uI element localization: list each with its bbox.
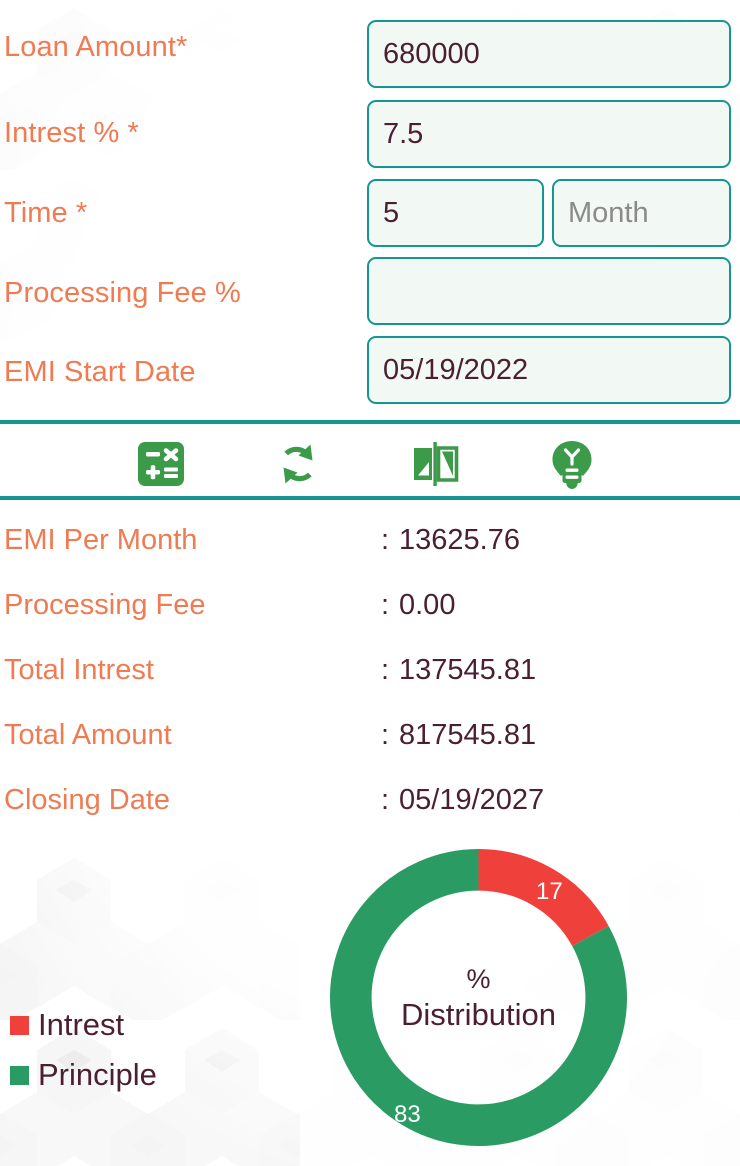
- form-row-processing-fee: Processing Fee %: [0, 252, 740, 332]
- toolbar-divider-bottom: [0, 496, 740, 500]
- emi-calculator-screen: Loan Amount* 680000 Intrest % * 7.5 Time…: [0, 0, 740, 1166]
- loan-amount-input[interactable]: 680000: [367, 20, 731, 88]
- tips-button[interactable]: [536, 428, 608, 500]
- form-row-emi-start-date: EMI Start Date 05/19/2022: [0, 332, 740, 412]
- processing-fee-label: Processing Fee %: [4, 277, 241, 309]
- result-separator: :: [381, 654, 390, 686]
- result-row-total-amount: Total Amount : 817545.81: [0, 719, 740, 771]
- result-separator: :: [381, 719, 390, 751]
- legend-swatch-principle-icon: [10, 1065, 29, 1085]
- result-separator: :: [381, 784, 390, 816]
- compare-button[interactable]: [399, 428, 471, 500]
- donut-slice-intrest: [477, 849, 609, 947]
- legend-label-principle: Principle: [38, 1057, 157, 1092]
- form-row-loan-amount: Loan Amount* 680000: [0, 0, 740, 92]
- emi-per-month-value: 13625.76: [399, 524, 520, 556]
- loan-amount-label: Loan Amount*: [4, 31, 188, 63]
- legend-label-interest: Intrest: [38, 1007, 125, 1042]
- processing-fee-input[interactable]: [367, 257, 731, 325]
- calculator-icon: [138, 442, 184, 486]
- emi-start-date-label: EMI Start Date: [4, 356, 196, 388]
- refresh-icon: [283, 444, 313, 484]
- donut-svg: [330, 849, 627, 1146]
- interest-rate-label: Intrest % *: [4, 117, 139, 149]
- closing-date-label: Closing Date: [4, 784, 171, 816]
- processing-fee-value: 0.00: [399, 589, 456, 621]
- lightbulb-icon: [552, 441, 592, 489]
- interest-rate-input[interactable]: 7.5: [367, 100, 731, 168]
- processing-fee-result-label: Processing Fee: [4, 589, 206, 621]
- calculate-button[interactable]: [125, 428, 197, 500]
- time-unit-select[interactable]: Month: [552, 179, 731, 247]
- form-row-interest: Intrest % * 7.5: [0, 92, 740, 172]
- total-interest-value: 137545.81: [399, 654, 537, 686]
- loan-input-form: Loan Amount* 680000 Intrest % * 7.5 Time…: [0, 0, 740, 412]
- result-row-emi-per-month: EMI Per Month : 13625.76: [0, 524, 740, 576]
- toolbar-divider-top: [0, 420, 740, 424]
- time-input[interactable]: 5: [367, 179, 544, 247]
- result-row-total-interest: Total Intrest : 137545.81: [0, 654, 740, 706]
- legend-swatch-interest-icon: [10, 1015, 29, 1035]
- reset-button[interactable]: [262, 428, 334, 500]
- emi-per-month-label: EMI Per Month: [4, 524, 198, 556]
- chart-legend: Intrest Principle: [10, 1000, 270, 1100]
- emi-start-date-input[interactable]: 05/19/2022: [367, 336, 731, 404]
- result-separator: :: [381, 589, 390, 621]
- distribution-donut-chart: % Distribution 17 83: [326, 845, 631, 1150]
- total-amount-value: 817545.81: [399, 719, 537, 751]
- action-toolbar: [0, 428, 740, 500]
- time-label: Time *: [4, 197, 88, 229]
- compare-flip-icon: [414, 442, 459, 486]
- closing-date-value: 05/19/2027: [399, 784, 545, 816]
- result-row-closing-date: Closing Date : 05/19/2027: [0, 784, 740, 836]
- result-row-processing-fee: Processing Fee : 0.00: [0, 589, 740, 641]
- total-amount-label: Total Amount: [4, 719, 172, 751]
- total-interest-label: Total Intrest: [4, 654, 154, 686]
- legend-item-principle[interactable]: Principle: [10, 1050, 270, 1100]
- legend-item-interest[interactable]: Intrest: [10, 1000, 270, 1050]
- result-separator: :: [381, 524, 390, 556]
- form-row-time: Time * 5 Month: [0, 172, 740, 252]
